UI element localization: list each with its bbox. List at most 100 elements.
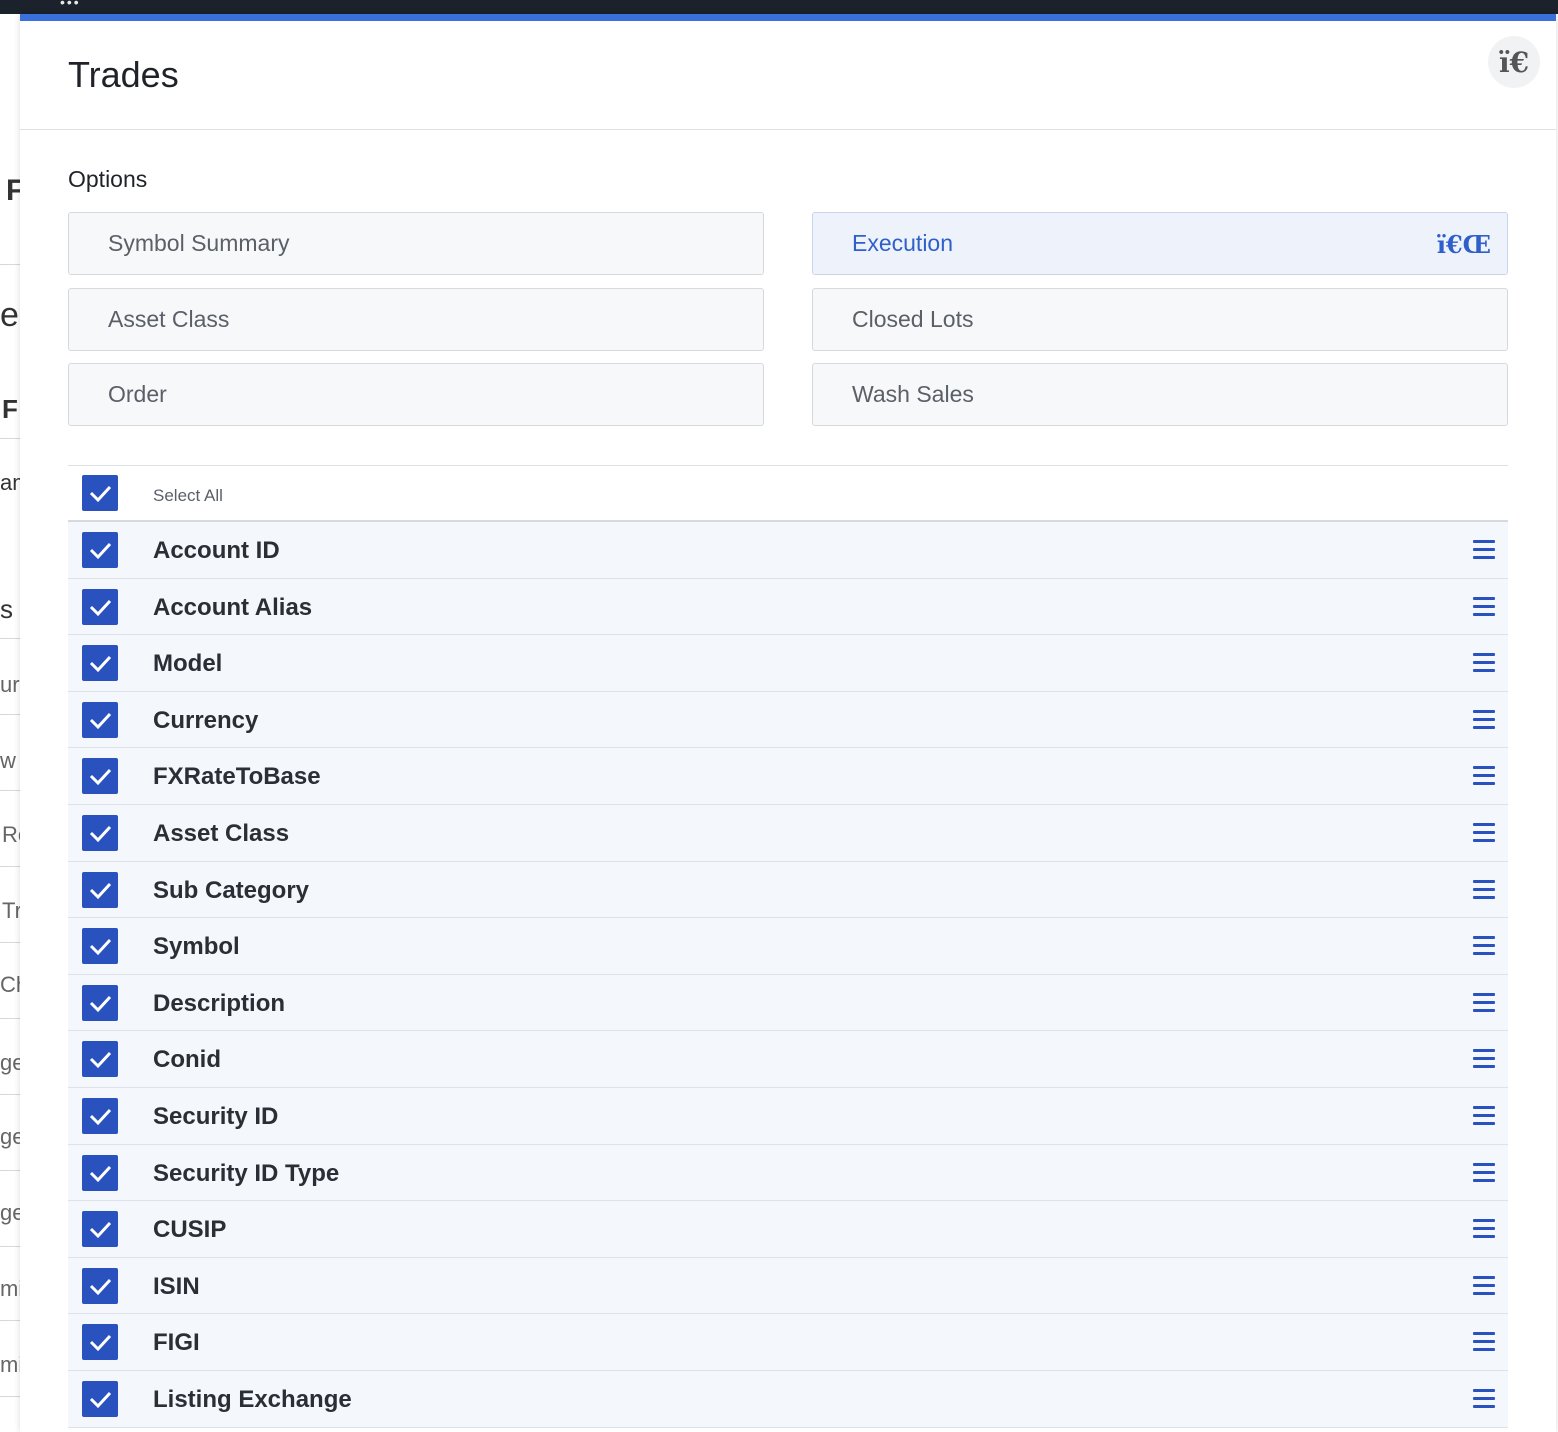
check-icon xyxy=(89,882,112,899)
column-row-sub-category: Sub Category xyxy=(68,861,1508,919)
bg-fragment: mi xyxy=(0,1352,20,1377)
drag-handle-icon[interactable] xyxy=(1473,709,1495,730)
drag-handle-icon[interactable] xyxy=(1473,766,1495,786)
column-checkbox[interactable] xyxy=(82,645,118,682)
bg-fragment: e xyxy=(0,296,19,334)
column-row-cusip: CUSIP xyxy=(68,1201,1508,1258)
column-label: Security ID xyxy=(153,1102,279,1130)
column-label: Description xyxy=(153,989,286,1017)
check-icon xyxy=(89,712,112,729)
option-asset-class-button[interactable]: Asset Class xyxy=(68,288,764,351)
column-checkbox[interactable] xyxy=(82,532,118,568)
bg-fragment: F xyxy=(2,394,18,424)
select-all-label: Select All xyxy=(153,486,223,505)
option-closed-lots-button[interactable]: Closed Lots xyxy=(812,288,1508,351)
column-checkbox[interactable] xyxy=(82,1097,118,1134)
drag-handle-icon[interactable] xyxy=(1473,1162,1495,1183)
column-checkbox[interactable] xyxy=(82,984,118,1021)
column-row-account-id: Account ID xyxy=(68,522,1508,579)
check-icon xyxy=(89,1108,112,1126)
column-row-figi: FIGI xyxy=(68,1314,1508,1371)
check-icon xyxy=(89,1391,112,1409)
column-label: Model xyxy=(153,650,223,678)
drag-handle-icon[interactable] xyxy=(1473,822,1495,843)
option-label: Asset Class xyxy=(108,306,230,332)
drag-handle-icon[interactable] xyxy=(1473,1105,1495,1126)
column-row-conid: Conid xyxy=(68,1031,1508,1088)
column-row-symbol: Symbol xyxy=(68,918,1508,975)
option-label: Order xyxy=(108,381,167,407)
select-all-row: Select All xyxy=(68,466,1508,522)
column-checkbox[interactable] xyxy=(82,928,118,965)
bg-divider xyxy=(0,438,20,439)
column-checkbox[interactable] xyxy=(82,1267,118,1304)
bg-fragment: Ch xyxy=(0,972,20,997)
column-checkbox[interactable] xyxy=(82,758,118,795)
column-label: Sub Category xyxy=(153,876,310,904)
column-row-isin: ISIN xyxy=(68,1257,1508,1315)
column-label: Account ID xyxy=(153,537,280,564)
column-checkbox[interactable] xyxy=(82,701,118,738)
bg-divider xyxy=(0,1094,20,1095)
column-checkbox[interactable] xyxy=(82,1041,118,1078)
check-icon xyxy=(89,1335,112,1352)
column-row-currency: Currency xyxy=(68,691,1508,749)
check-icon xyxy=(89,656,112,673)
bg-fragment: ge xyxy=(0,1124,20,1149)
column-checkbox[interactable] xyxy=(82,1380,118,1417)
column-list: Select All Account ID Account Alias Mode… xyxy=(68,465,1508,1428)
column-checkbox[interactable] xyxy=(82,1211,118,1248)
drag-handle-icon[interactable] xyxy=(1473,1332,1495,1352)
option-label: Closed Lots xyxy=(852,306,974,332)
bg-divider xyxy=(0,1396,20,1397)
drag-handle-icon[interactable] xyxy=(1473,653,1495,673)
drag-handle-icon[interactable] xyxy=(1473,1388,1495,1409)
bg-divider xyxy=(0,942,20,943)
bg-fragment: w xyxy=(0,748,16,773)
column-label: Symbol xyxy=(153,933,240,961)
bg-fragment: ur xyxy=(0,672,20,697)
check-icon xyxy=(89,1278,112,1295)
column-checkbox[interactable] xyxy=(82,1324,118,1361)
bg-divider xyxy=(0,714,20,715)
drag-handle-icon[interactable] xyxy=(1473,540,1495,560)
drag-handle-icon[interactable] xyxy=(1473,596,1495,617)
drag-handle-icon[interactable] xyxy=(1473,1219,1495,1239)
check-icon xyxy=(89,485,112,503)
bg-fragment: mi xyxy=(0,1276,20,1301)
column-checkbox[interactable] xyxy=(82,588,118,625)
bg-divider xyxy=(0,1018,20,1019)
drag-handle-icon[interactable] xyxy=(1473,936,1495,956)
option-symbol-summary-button[interactable]: Symbol Summary xyxy=(68,212,764,275)
option-execution-button[interactable]: Execution ï€Œ xyxy=(812,212,1508,275)
drag-handle-icon[interactable] xyxy=(1473,879,1495,900)
drag-handle-icon[interactable] xyxy=(1473,992,1495,1013)
column-label: CUSIP xyxy=(153,1216,227,1244)
select-all-checkbox[interactable] xyxy=(82,475,118,511)
column-checkbox[interactable] xyxy=(82,1154,118,1191)
option-order-button[interactable]: Order xyxy=(68,363,764,426)
check-icon xyxy=(89,995,112,1012)
column-label: FIGI xyxy=(153,1329,200,1357)
check-icon xyxy=(89,1222,112,1239)
modal-header: Trades ï€ xyxy=(20,21,1556,130)
check-icon xyxy=(89,769,112,786)
column-row-description: Description xyxy=(68,974,1508,1032)
menu-dots-icon: ••• xyxy=(60,0,81,10)
option-wash-sales-button[interactable]: Wash Sales xyxy=(812,363,1508,426)
column-label: Listing Exchange xyxy=(153,1385,352,1413)
drag-handle-icon[interactable] xyxy=(1473,1275,1495,1296)
close-icon[interactable]: ï€ xyxy=(1488,36,1540,88)
column-label: Asset Class xyxy=(153,819,290,847)
check-icon xyxy=(89,1165,112,1182)
column-checkbox[interactable] xyxy=(82,871,118,908)
drag-handle-icon[interactable] xyxy=(1473,1049,1495,1069)
column-row-fxratetobase: FXRateToBase xyxy=(68,748,1508,805)
options-label: Options xyxy=(68,166,148,192)
selected-option-icon: ï€Œ xyxy=(1436,230,1491,259)
column-label: Conid xyxy=(153,1046,221,1074)
column-label: FXRateToBase xyxy=(153,763,321,791)
column-checkbox[interactable] xyxy=(82,814,118,851)
bg-divider xyxy=(0,1170,20,1171)
bg-divider xyxy=(0,1320,20,1321)
